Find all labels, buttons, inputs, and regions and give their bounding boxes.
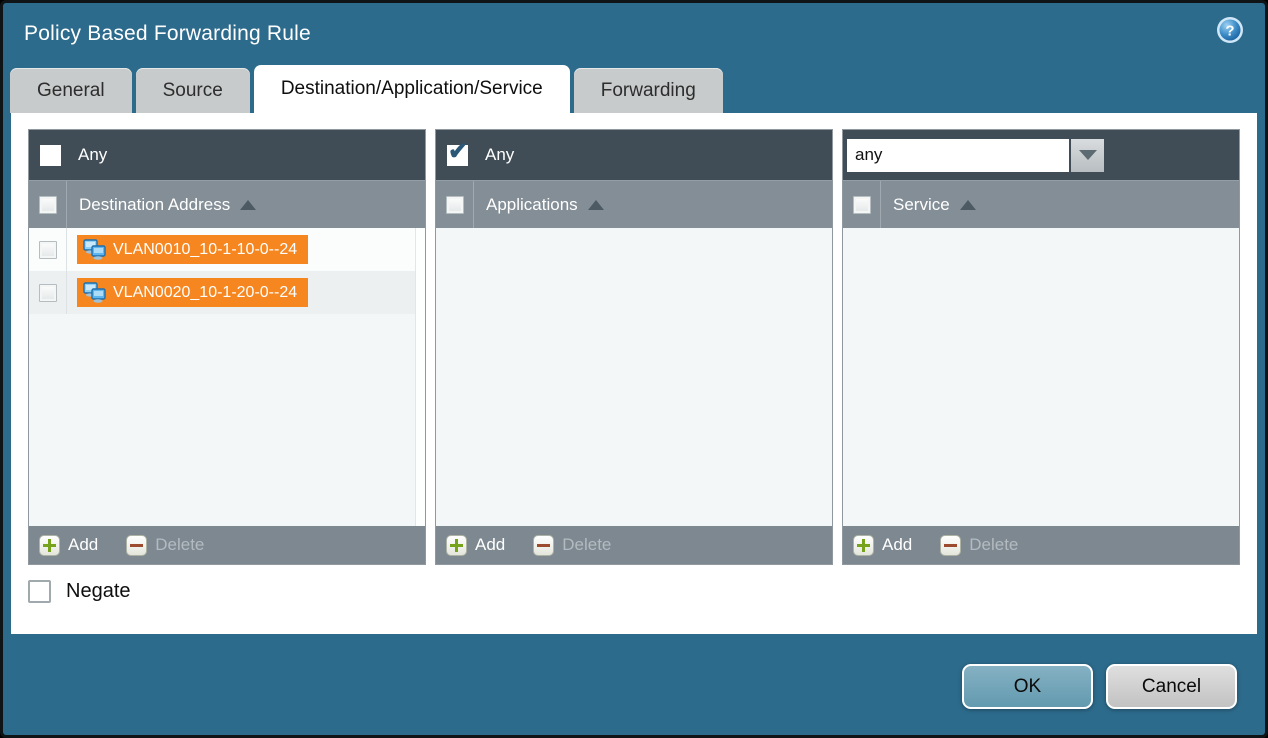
add-button[interactable]: Add — [39, 535, 98, 556]
svg-text:?: ? — [1225, 23, 1234, 40]
network-icon — [82, 239, 107, 260]
address-chip[interactable]: VLAN0020_10-1-20-0--24 — [77, 278, 308, 307]
address-chip[interactable]: VLAN0010_10-1-10-0--24 — [77, 235, 308, 264]
destination-list-body: VLAN0010_10-1-10-0--24 — [29, 228, 425, 526]
delete-button-label: Delete — [562, 535, 611, 555]
dropdown-button[interactable] — [1071, 139, 1104, 172]
row-checkbox[interactable] — [39, 241, 57, 259]
applications-any-checkbox[interactable] — [447, 145, 468, 166]
add-icon — [446, 535, 467, 556]
column-destination-address: Any Destination Address — [28, 129, 426, 565]
applications-select-all-checkbox[interactable] — [446, 196, 464, 214]
row-checkbox[interactable] — [39, 284, 57, 302]
applications-column-header-row: Applications — [436, 180, 832, 228]
service-toolbar: Add Delete — [843, 526, 1239, 564]
row-label: VLAN0010_10-1-10-0--24 — [113, 241, 297, 259]
tab-destination-application-service[interactable]: Destination/Application/Service — [254, 65, 570, 113]
destination-any-bar: Any — [29, 130, 425, 180]
tab-bar: General Source Destination/Application/S… — [3, 65, 1265, 113]
sort-asc-icon — [588, 200, 604, 210]
policy-based-forwarding-rule-dialog: Policy Based Forwarding Rule ? General S… — [0, 0, 1268, 738]
destination-column-header-row: Destination Address — [29, 180, 425, 228]
negate-row: Negate — [28, 580, 1240, 603]
applications-column-header[interactable]: Applications — [486, 195, 604, 215]
applications-list-body — [436, 228, 832, 526]
negate-checkbox[interactable] — [28, 580, 51, 603]
service-any-bar: any — [843, 130, 1239, 180]
column-service: any Service — [842, 129, 1240, 565]
delete-button[interactable]: Delete — [126, 535, 204, 556]
destination-any-label: Any — [78, 145, 107, 165]
applications-any-label: Any — [485, 145, 514, 165]
destination-column-header[interactable]: Destination Address — [79, 195, 256, 215]
tab-general[interactable]: General — [10, 68, 132, 113]
add-icon — [39, 535, 60, 556]
table-row[interactable]: VLAN0010_10-1-10-0--24 — [29, 228, 425, 271]
row-label: VLAN0020_10-1-20-0--24 — [113, 284, 297, 302]
sort-asc-icon — [960, 200, 976, 210]
destination-column-header-label: Destination Address — [79, 195, 230, 215]
destination-select-all-checkbox[interactable] — [39, 196, 57, 214]
title-bar: Policy Based Forwarding Rule ? — [3, 3, 1265, 65]
add-button-label: Add — [882, 535, 912, 555]
delete-button[interactable]: Delete — [940, 535, 1018, 556]
delete-button-label: Delete — [155, 535, 204, 555]
applications-column-header-label: Applications — [486, 195, 578, 215]
service-column-header-row: Service — [843, 180, 1239, 228]
add-icon — [853, 535, 874, 556]
scrollbar[interactable] — [415, 228, 425, 526]
dialog-title: Policy Based Forwarding Rule — [24, 22, 311, 46]
service-dropdown-value[interactable]: any — [847, 139, 1069, 172]
service-select-all-checkbox[interactable] — [853, 196, 871, 214]
service-list-body — [843, 228, 1239, 526]
network-icon — [82, 282, 107, 303]
cancel-button[interactable]: Cancel — [1106, 664, 1237, 709]
ok-button[interactable]: OK — [962, 664, 1093, 709]
negate-label: Negate — [66, 580, 131, 603]
tab-source[interactable]: Source — [136, 68, 250, 113]
column-applications: Any Applications Add — [435, 129, 833, 565]
table-row[interactable]: VLAN0020_10-1-20-0--24 — [29, 271, 425, 314]
destination-toolbar: Add Delete — [29, 526, 425, 564]
add-button[interactable]: Add — [853, 535, 912, 556]
applications-toolbar: Add Delete — [436, 526, 832, 564]
chevron-down-icon — [1079, 150, 1097, 160]
sort-asc-icon — [240, 200, 256, 210]
service-any-dropdown[interactable]: any — [847, 139, 1104, 172]
delete-button[interactable]: Delete — [533, 535, 611, 556]
delete-button-label: Delete — [969, 535, 1018, 555]
add-button-label: Add — [475, 535, 505, 555]
tab-content-panel: Any Destination Address — [11, 113, 1257, 634]
destination-any-checkbox[interactable] — [40, 145, 61, 166]
add-button[interactable]: Add — [446, 535, 505, 556]
service-column-header[interactable]: Service — [893, 195, 976, 215]
columns-container: Any Destination Address — [28, 129, 1240, 565]
help-icon[interactable]: ? — [1216, 16, 1244, 44]
delete-icon — [533, 535, 554, 556]
add-button-label: Add — [68, 535, 98, 555]
tab-forwarding[interactable]: Forwarding — [574, 68, 723, 113]
delete-icon — [126, 535, 147, 556]
dialog-actions: OK Cancel — [962, 664, 1237, 709]
applications-any-bar: Any — [436, 130, 832, 180]
delete-icon — [940, 535, 961, 556]
service-column-header-label: Service — [893, 195, 950, 215]
